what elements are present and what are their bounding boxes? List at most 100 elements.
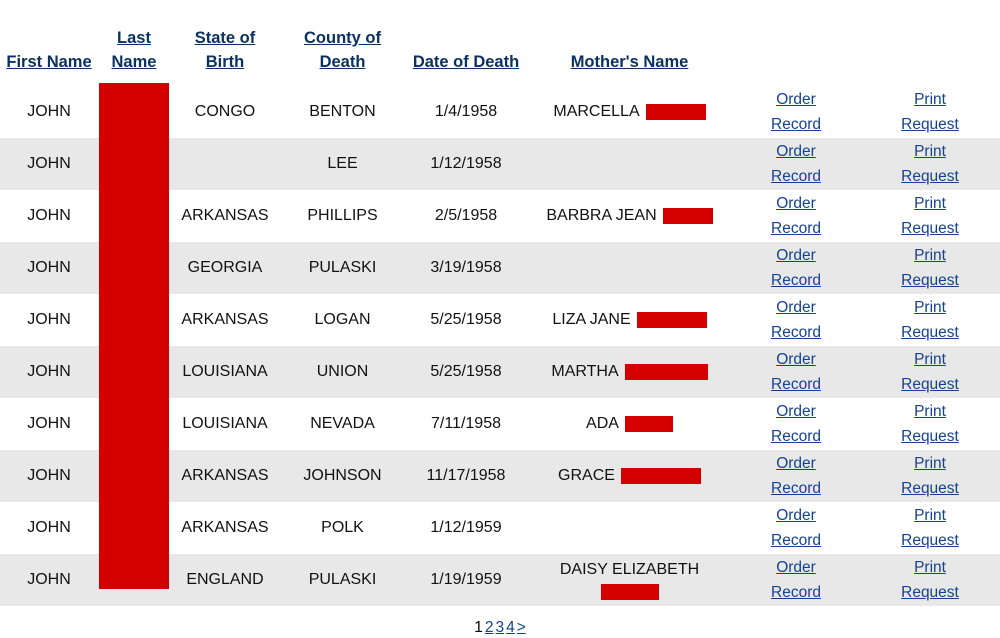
print-request-link[interactable]: Print Request <box>864 451 996 501</box>
order-record-line-2: Record <box>771 116 821 133</box>
order-record-link[interactable]: Order Record <box>736 191 856 241</box>
cell-mothers-name: MARTHA <box>527 346 732 398</box>
table-header-row: First Name Last Name State of Birth Coun… <box>0 0 1000 86</box>
order-record-line-2: Record <box>771 324 821 341</box>
order-record-line-1: Order <box>776 143 816 160</box>
cell-mothers-name <box>527 502 732 554</box>
print-request-line-2: Request <box>901 480 959 497</box>
print-request-link[interactable]: Print Request <box>864 555 996 605</box>
print-request-line-1: Print <box>914 455 946 472</box>
table-header: First Name Last Name State of Birth Coun… <box>0 0 1000 86</box>
print-request-line-1: Print <box>914 559 946 576</box>
column-header-order <box>732 0 860 86</box>
cell-state-of-birth: LOUISIANA <box>170 398 280 450</box>
pagination-page-3[interactable]: 3 <box>495 619 504 636</box>
cell-first-name: JOHN <box>0 398 98 450</box>
mothers-surname-redaction-bar <box>624 415 673 432</box>
pagination-page-4[interactable]: 4 <box>506 619 515 636</box>
cell-state-of-birth: ENGLAND <box>170 554 280 606</box>
cell-county-of-death: JOHNSON <box>280 450 405 502</box>
cell-state-of-birth: ARKANSAS <box>170 190 280 242</box>
print-request-line-2: Request <box>901 272 959 289</box>
cell-order-record: Order Record <box>732 502 860 554</box>
cell-state-of-birth: ARKANSAS <box>170 502 280 554</box>
order-record-link[interactable]: Order Record <box>736 347 856 397</box>
pagination-page-2[interactable]: 2 <box>485 619 494 636</box>
last-name-column-redaction-bar <box>99 83 169 589</box>
cell-state-of-birth: ARKANSAS <box>170 450 280 502</box>
order-record-link[interactable]: Order Record <box>736 243 856 293</box>
print-request-line-1: Print <box>914 143 946 160</box>
sort-link-date-of-death[interactable]: Date of Death <box>413 50 519 74</box>
order-record-link[interactable]: Order Record <box>736 555 856 605</box>
sort-link-last-name[interactable]: Last Name <box>102 26 166 74</box>
mothers-surname-redaction-bar <box>624 363 708 380</box>
column-header-print <box>860 0 1000 86</box>
print-request-link[interactable]: Print Request <box>864 87 996 137</box>
cell-print-request: Print Request <box>860 398 1000 450</box>
pagination-current-page: 1 <box>474 619 483 636</box>
cell-county-of-death: LOGAN <box>280 294 405 346</box>
sort-link-state-of-birth[interactable]: State of Birth <box>174 26 276 74</box>
cell-county-of-death: UNION <box>280 346 405 398</box>
order-record-link[interactable]: Order Record <box>736 503 856 553</box>
print-request-link[interactable]: Print Request <box>864 347 996 397</box>
pagination-next-page[interactable]: > <box>517 619 526 636</box>
print-request-link[interactable]: Print Request <box>864 191 996 241</box>
column-header-mothers-name: Mother's Name <box>527 0 732 86</box>
print-request-line-2: Request <box>901 376 959 393</box>
print-request-link[interactable]: Print Request <box>864 295 996 345</box>
cell-first-name: JOHN <box>0 190 98 242</box>
mothers-given-name: GRACE <box>558 466 615 484</box>
print-request-line-2: Request <box>901 324 959 341</box>
cell-mothers-name <box>527 242 732 294</box>
print-request-link[interactable]: Print Request <box>864 503 996 553</box>
cell-mothers-name: BARBRA JEAN <box>527 190 732 242</box>
order-record-line-1: Order <box>776 403 816 420</box>
cell-first-name: JOHN <box>0 450 98 502</box>
cell-state-of-birth: GEORGIA <box>170 242 280 294</box>
mothers-surname-redaction-bar <box>600 584 659 601</box>
cell-mothers-name: MARCELLA <box>527 86 732 138</box>
mothers-given-name: DAISY ELIZABETH <box>559 560 700 578</box>
mothers-given-name: ADA <box>586 414 619 432</box>
cell-date-of-death: 1/12/1959 <box>405 502 527 554</box>
mothers-surname-redaction-bar <box>636 311 707 328</box>
mothers-given-name: MARTHA <box>551 362 619 380</box>
cell-print-request: Print Request <box>860 502 1000 554</box>
cell-date-of-death: 2/5/1958 <box>405 190 527 242</box>
cell-order-record: Order Record <box>732 450 860 502</box>
order-record-line-2: Record <box>771 532 821 549</box>
sort-link-mothers-name[interactable]: Mother's Name <box>571 50 689 74</box>
cell-order-record: Order Record <box>732 346 860 398</box>
print-request-line-1: Print <box>914 195 946 212</box>
cell-state-of-birth: LOUISIANA <box>170 346 280 398</box>
cell-print-request: Print Request <box>860 86 1000 138</box>
print-request-link[interactable]: Print Request <box>864 139 996 189</box>
mothers-surname-redaction-bar <box>645 103 706 120</box>
print-request-line-2: Request <box>901 168 959 185</box>
print-request-line-2: Request <box>901 116 959 133</box>
order-record-link[interactable]: Order Record <box>736 295 856 345</box>
column-header-date-of-death: Date of Death <box>405 0 527 86</box>
order-record-line-2: Record <box>771 376 821 393</box>
order-record-link[interactable]: Order Record <box>736 139 856 189</box>
cell-print-request: Print Request <box>860 294 1000 346</box>
order-record-link[interactable]: Order Record <box>736 87 856 137</box>
cell-date-of-death: 5/25/1958 <box>405 346 527 398</box>
cell-county-of-death: PHILLIPS <box>280 190 405 242</box>
cell-state-of-birth: CONGO <box>170 86 280 138</box>
sort-link-first-name[interactable]: First Name <box>6 50 91 74</box>
mothers-given-name: BARBRA JEAN <box>546 206 657 224</box>
sort-link-county-of-death[interactable]: County of Death <box>284 26 401 74</box>
order-record-line-2: Record <box>771 428 821 445</box>
mothers-surname-redaction-bar <box>662 207 713 224</box>
order-record-link[interactable]: Order Record <box>736 399 856 449</box>
order-record-link[interactable]: Order Record <box>736 451 856 501</box>
cell-order-record: Order Record <box>732 138 860 190</box>
column-header-last-name: Last Name <box>98 0 170 86</box>
cell-county-of-death: LEE <box>280 138 405 190</box>
print-request-link[interactable]: Print Request <box>864 399 996 449</box>
print-request-link[interactable]: Print Request <box>864 243 996 293</box>
cell-print-request: Print Request <box>860 554 1000 606</box>
